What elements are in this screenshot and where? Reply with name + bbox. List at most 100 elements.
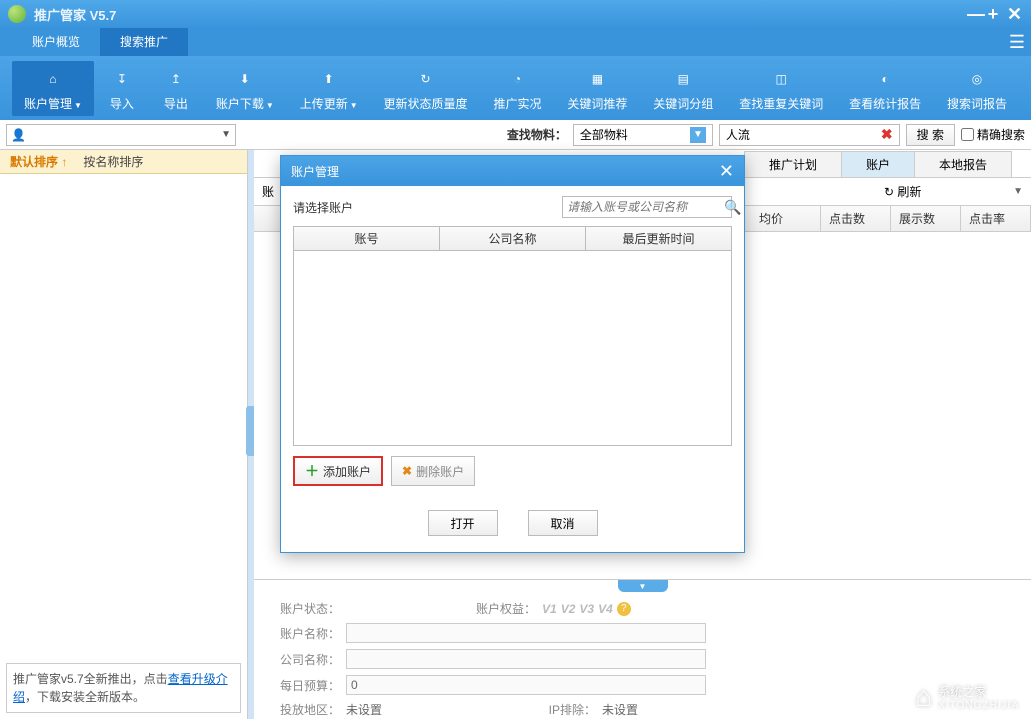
region-value: 未设置 (346, 701, 526, 718)
home-icon: ⌂ (49, 65, 56, 93)
search-icon[interactable]: 🔍 (724, 199, 741, 216)
piechart-icon: ◐ (881, 65, 888, 93)
material-select-value: 全部物料 (580, 126, 628, 143)
company-name-label: 公司名称： (270, 651, 340, 668)
col-avg-price[interactable]: 均价 (751, 206, 821, 231)
content-toolbar-label: 账 (262, 183, 274, 200)
dialog-grid: 账号 公司名称 最后更新时间 (293, 226, 732, 446)
duplicate-icon: ◫ (776, 65, 787, 93)
account-name-input[interactable] (346, 623, 706, 643)
refresh-icon: ↻ (884, 185, 894, 199)
sidebar-footer: 推广管家v5.7全新推出，点击查看升级介绍，下载安装全新版本。 (6, 663, 241, 713)
sidebar-search-input[interactable] (30, 128, 221, 142)
material-select[interactable]: 全部物料 ▼ (573, 124, 713, 146)
company-name-input[interactable] (346, 649, 706, 669)
ip-exclude-value: 未设置 (602, 701, 638, 718)
search-row: 👤 ▼ 查找物料： 全部物料 ▼ ✖ 搜 索 精确搜索 (0, 120, 1031, 150)
toolbar-search-term-report[interactable]: ◎ 搜索词报告 (935, 61, 1019, 116)
maximize-button[interactable]: + (983, 4, 1003, 25)
toolbar-import[interactable]: ↧ 导入 (96, 61, 148, 116)
subtab-plan[interactable]: 推广计划 (744, 151, 842, 177)
toolbar-update-quality[interactable]: ↻ 更新状态质量度 (372, 61, 480, 116)
app-title: 推广管家 V5.7 (34, 5, 963, 24)
delete-account-button[interactable]: ✖ 删除账户 (391, 456, 475, 486)
dialog-col-updated[interactable]: 最后更新时间 (586, 227, 731, 250)
clock-icon: ◔ (514, 65, 521, 93)
exact-search-input[interactable] (961, 128, 974, 141)
upload-icon: ⬆ (324, 65, 334, 93)
sort-header: 默认排序 ↑ 按名称排序 (0, 150, 247, 174)
chevron-down-icon: ▼ (690, 127, 706, 143)
status-label: 账户状态： (270, 600, 340, 617)
toolbar-export[interactable]: ↥ 导出 (150, 61, 202, 116)
grid-icon: ▦ (592, 65, 603, 93)
dialog-prompt: 请选择账户 (293, 199, 353, 216)
delete-icon: ✖ (402, 464, 412, 478)
main-toolbar: ⌂ 账户管理▼ ↧ 导入 ↥ 导出 ⬇ 账户下载▼ ⬆ 上传更新▼ ↻ 更新状态… (0, 56, 1031, 120)
dialog-grid-header: 账号 公司名称 最后更新时间 (294, 227, 731, 251)
toolbar-keyword-recommend[interactable]: ▦ 关键词推荐 (555, 61, 639, 116)
account-manage-dialog: 账户管理 ✕ 请选择账户 🔍 账号 公司名称 最后更新时间 ＋ 添加账户 ✖ (280, 155, 745, 553)
budget-label: 每日预算： (270, 677, 340, 694)
toolbar-promotion-live[interactable]: ◔ 推广实况 (481, 61, 553, 116)
hamburger-menu-icon[interactable]: ☰ (1003, 28, 1031, 56)
sidebar-body (0, 174, 247, 657)
toolbar-upload-update[interactable]: ⬆ 上传更新▼ (288, 61, 370, 116)
toolbar-account-download[interactable]: ⬇ 账户下载▼ (204, 61, 286, 116)
toolbar-stats-report[interactable]: ◐ 查看统计报告 (837, 61, 933, 116)
download-icon: ⬇ (240, 65, 250, 93)
region-label: 投放地区： (270, 701, 340, 718)
keyword-input-wrap: ✖ (719, 124, 900, 146)
subtab-account[interactable]: 账户 (841, 151, 915, 177)
toolbar-find-duplicate[interactable]: ◫ 查找重复关键词 (727, 61, 835, 116)
top-tabs: 账户概览 搜索推广 ☰ (0, 28, 1031, 56)
add-account-button[interactable]: ＋ 添加账户 (293, 456, 383, 486)
search-button[interactable]: 搜 索 (906, 124, 955, 146)
dialog-col-account[interactable]: 账号 (294, 227, 440, 250)
col-clicks[interactable]: 点击数 (821, 206, 891, 231)
sidebar: 默认排序 ↑ 按名称排序 推广管家v5.7全新推出，点击查看升级介绍，下载安装全… (0, 150, 248, 719)
dialog-search-input[interactable] (567, 200, 724, 214)
v-level-icons: V1 V2 V3 V4 ? (542, 602, 631, 616)
refresh-button[interactable]: ↻ 刷新 (884, 183, 921, 200)
import-icon: ↧ (117, 65, 127, 93)
col-ctr[interactable]: 点击率 (961, 206, 1031, 231)
material-label: 查找物料： (507, 126, 567, 143)
chevron-down-icon[interactable]: ▼ (1013, 186, 1023, 197)
dialog-title: 账户管理 (291, 163, 339, 180)
subtab-local-report[interactable]: 本地报告 (914, 151, 1012, 177)
open-button[interactable]: 打开 (428, 510, 498, 536)
dialog-search[interactable]: 🔍 (562, 196, 732, 218)
close-button[interactable]: ✕ (1003, 4, 1023, 25)
tab-account-overview[interactable]: 账户概览 (12, 28, 100, 56)
export-icon: ↥ (171, 65, 181, 93)
minimize-button[interactable]: — (963, 4, 983, 25)
toolbar-keyword-group[interactable]: ▤ 关键词分组 (641, 61, 725, 116)
keyword-input[interactable] (726, 128, 881, 142)
toolbar-account-manage[interactable]: ⌂ 账户管理▼ (12, 61, 94, 116)
target-icon: ◎ (972, 65, 982, 93)
user-icon: 👤 (11, 128, 26, 142)
collapse-handle[interactable]: ▼ (618, 580, 668, 592)
dialog-close-icon[interactable]: ✕ (719, 161, 734, 182)
ip-exclude-label: IP排除： (526, 701, 596, 718)
cancel-button[interactable]: 取消 (528, 510, 598, 536)
sort-by-name[interactable]: 按名称排序 (83, 153, 143, 170)
refresh-icon: ↻ (420, 65, 430, 93)
budget-input[interactable]: 0 (346, 675, 706, 695)
account-name-label: 账户名称： (270, 625, 340, 642)
app-logo-icon (8, 5, 26, 23)
col-impressions[interactable]: 展示数 (891, 206, 961, 231)
titlebar: 推广管家 V5.7 — + ✕ (0, 0, 1031, 28)
dialog-header[interactable]: 账户管理 ✕ (281, 156, 744, 186)
sort-default[interactable]: 默认排序 ↑ (10, 153, 67, 170)
chevron-down-icon[interactable]: ▼ (221, 129, 231, 140)
exact-search-checkbox[interactable]: 精确搜索 (961, 126, 1025, 143)
tab-search-promotion[interactable]: 搜索推广 (100, 28, 188, 56)
sidebar-search[interactable]: 👤 ▼ (6, 124, 236, 146)
help-icon[interactable]: ? (617, 602, 631, 616)
rights-label: 账户权益： (466, 600, 536, 617)
clear-icon[interactable]: ✖ (881, 126, 893, 143)
bottom-panel: ▼ 账户状态： 账户权益： V1 V2 V3 V4 ? 账户名称： 公司名称： (254, 579, 1031, 719)
dialog-col-company[interactable]: 公司名称 (440, 227, 586, 250)
